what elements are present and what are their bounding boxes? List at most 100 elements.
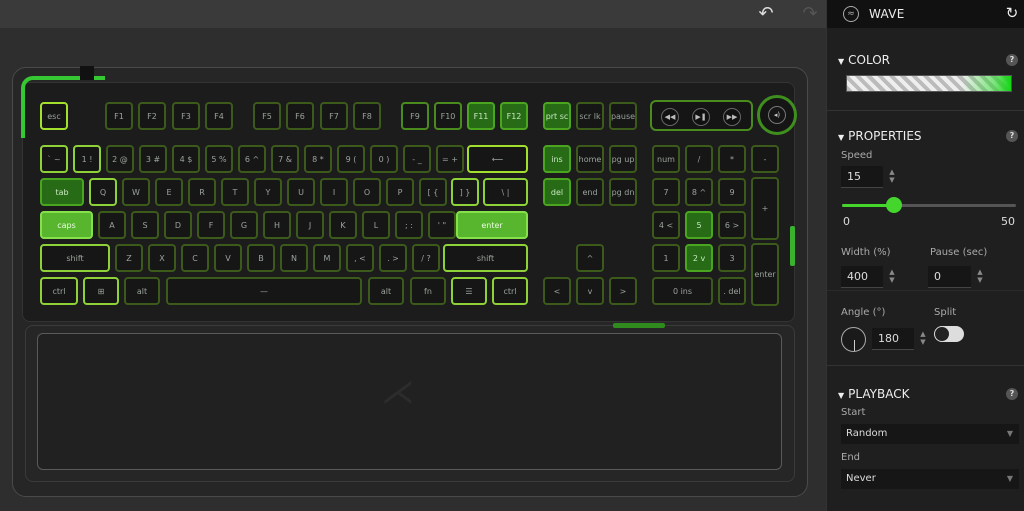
key[interactable]: F3: [172, 102, 200, 130]
key[interactable]: enter: [751, 243, 779, 306]
key[interactable]: -: [751, 145, 779, 173]
key[interactable]: >: [609, 277, 637, 305]
width-input[interactable]: 400: [841, 266, 883, 288]
key[interactable]: pause: [609, 102, 637, 130]
key[interactable]: . >: [379, 244, 407, 272]
key[interactable]: F4: [205, 102, 233, 130]
split-toggle[interactable]: [934, 326, 964, 342]
key[interactable]: Y: [254, 178, 282, 206]
key[interactable]: 3: [718, 244, 746, 272]
properties-section-header[interactable]: ▼ PROPERTIES: [838, 129, 922, 143]
key[interactable]: <: [543, 277, 571, 305]
key[interactable]: pg dn: [609, 178, 637, 206]
volume-knob[interactable]: ◂): [757, 95, 797, 135]
key[interactable]: 2 @: [106, 145, 134, 173]
fast-forward-icon[interactable]: ▶▶: [723, 108, 741, 126]
key[interactable]: F12: [500, 102, 528, 130]
key[interactable]: ; :: [395, 211, 423, 239]
key[interactable]: W: [122, 178, 150, 206]
key[interactable]: , <: [346, 244, 374, 272]
angle-input[interactable]: 180: [872, 328, 914, 350]
key[interactable]: 7: [652, 178, 680, 206]
key[interactable]: 4 $: [172, 145, 200, 173]
key[interactable]: ' ": [428, 211, 456, 239]
key[interactable]: F6: [286, 102, 314, 130]
key[interactable]: end: [576, 178, 604, 206]
key[interactable]: A: [98, 211, 126, 239]
key[interactable]: 0 ): [370, 145, 398, 173]
key[interactable]: C: [181, 244, 209, 272]
key[interactable]: I: [320, 178, 348, 206]
key[interactable]: O: [353, 178, 381, 206]
key[interactable]: 5: [685, 211, 713, 239]
key[interactable]: alt: [368, 277, 404, 305]
key[interactable]: +: [751, 177, 779, 240]
key[interactable]: F5: [253, 102, 281, 130]
key[interactable]: v: [576, 277, 604, 305]
key[interactable]: F1: [105, 102, 133, 130]
key[interactable]: . del: [718, 277, 746, 305]
key[interactable]: ^: [576, 244, 604, 272]
key[interactable]: del: [543, 178, 571, 206]
key[interactable]: shift: [443, 244, 528, 272]
key[interactable]: 5 %: [205, 145, 233, 173]
key[interactable]: F9: [401, 102, 429, 130]
key[interactable]: home: [576, 145, 604, 173]
key[interactable]: 7 &: [271, 145, 299, 173]
key[interactable]: num: [652, 145, 680, 173]
key[interactable]: U: [287, 178, 315, 206]
key[interactable]: F2: [138, 102, 166, 130]
key[interactable]: L: [362, 211, 390, 239]
key[interactable]: 6 >: [718, 211, 746, 239]
key[interactable]: ` ~: [40, 145, 68, 173]
key[interactable]: ] }: [451, 178, 479, 206]
key[interactable]: [ {: [419, 178, 447, 206]
pause-stepper[interactable]: ▲ ▼: [975, 268, 985, 284]
key[interactable]: 6 ^: [238, 145, 266, 173]
key[interactable]: E: [155, 178, 183, 206]
key[interactable]: ☰: [451, 277, 487, 305]
color-gradient-bar[interactable]: [846, 75, 1012, 92]
key[interactable]: Z: [115, 244, 143, 272]
key[interactable]: T: [221, 178, 249, 206]
key[interactable]: F10: [434, 102, 462, 130]
reset-icon[interactable]: ↻: [1003, 4, 1021, 22]
speed-slider-thumb[interactable]: [886, 197, 903, 213]
key[interactable]: prt sc: [543, 102, 571, 130]
key[interactable]: —: [166, 277, 362, 305]
key[interactable]: 2 v: [685, 244, 713, 272]
play-pause-icon[interactable]: ▶❚: [692, 108, 710, 126]
properties-help-icon[interactable]: ?: [1006, 130, 1018, 142]
undo-icon[interactable]: ↶: [754, 2, 778, 26]
key[interactable]: scr lk: [576, 102, 604, 130]
key[interactable]: Q: [89, 178, 117, 206]
key[interactable]: ctrl: [492, 277, 528, 305]
key[interactable]: F7: [320, 102, 348, 130]
key[interactable]: = +: [436, 145, 464, 173]
key[interactable]: M: [313, 244, 341, 272]
width-stepper[interactable]: ▲ ▼: [887, 268, 897, 284]
playback-help-icon[interactable]: ?: [1006, 388, 1018, 400]
key[interactable]: H: [263, 211, 291, 239]
key[interactable]: ctrl: [40, 277, 78, 305]
key[interactable]: \ |: [483, 178, 528, 206]
key[interactable]: G: [230, 211, 258, 239]
key[interactable]: 0 ins: [652, 277, 713, 305]
key[interactable]: ⊞: [83, 277, 119, 305]
key[interactable]: 3 #: [139, 145, 167, 173]
key[interactable]: esc: [40, 102, 68, 130]
color-help-icon[interactable]: ?: [1006, 54, 1018, 66]
key[interactable]: enter: [456, 211, 528, 239]
key[interactable]: 1 !: [73, 145, 101, 173]
key[interactable]: shift: [40, 244, 110, 272]
key[interactable]: 8 ^: [685, 178, 713, 206]
key[interactable]: F11: [467, 102, 495, 130]
key[interactable]: F: [197, 211, 225, 239]
end-select[interactable]: Never ▼: [841, 469, 1019, 489]
key[interactable]: pg up: [609, 145, 637, 173]
key[interactable]: /: [685, 145, 713, 173]
key[interactable]: 9 (: [337, 145, 365, 173]
key[interactable]: caps: [40, 211, 93, 239]
key[interactable]: fn: [410, 277, 446, 305]
key[interactable]: alt: [124, 277, 160, 305]
